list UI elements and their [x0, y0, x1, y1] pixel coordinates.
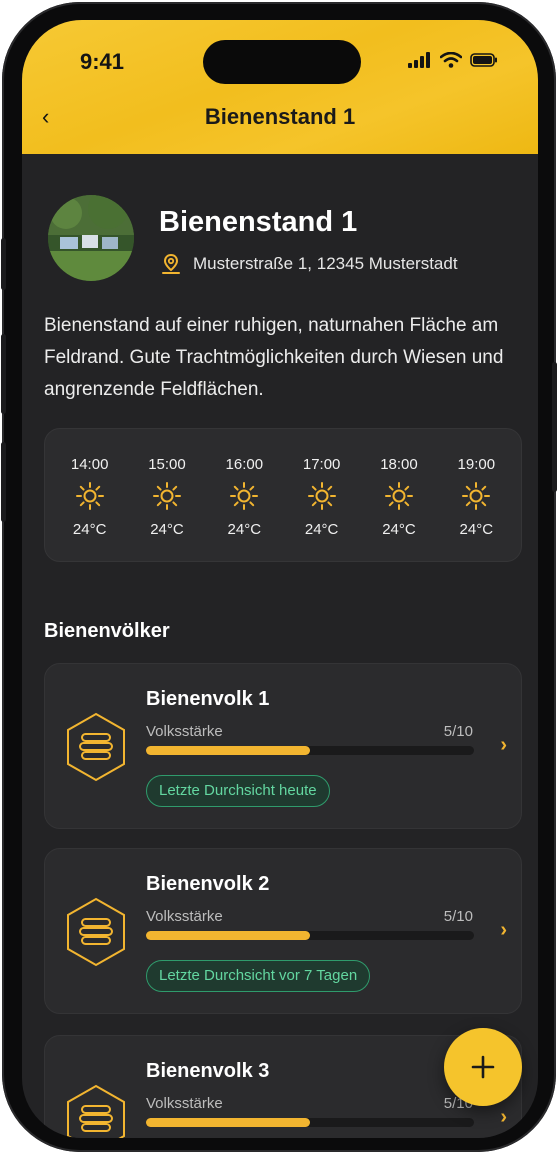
- chevron-right-icon: ›: [500, 919, 507, 941]
- last-inspection-badge: Letzte Durchsicht vor 7 Tagen: [146, 960, 371, 992]
- weather-item: 14:00 24°C: [57, 429, 123, 538]
- apiary-address: Musterstraße 1, 12345 Musterstadt: [159, 252, 458, 276]
- add-colony-button[interactable]: [444, 1028, 522, 1106]
- hive-icon: [65, 712, 127, 782]
- battery-icon: [470, 53, 497, 67]
- weather-time: 14:00: [70, 456, 109, 473]
- colony-strength-label: Volksstärke: [146, 1095, 223, 1112]
- apiary-name: Bienenstand 1: [159, 206, 358, 238]
- sun-icon: [75, 481, 105, 511]
- strength-bar: [146, 931, 474, 940]
- colony-card[interactable]: Bienenvolk 2 Volksstärke 5/10 › Letzte Durch…: [44, 848, 522, 1014]
- volume-down-button: [1, 442, 6, 522]
- weather-temp: 24°C: [459, 521, 494, 538]
- sun-icon: [384, 481, 414, 511]
- page-title: Bienenstand 1: [204, 104, 356, 129]
- chevron-right-icon: ›: [500, 734, 507, 756]
- side-button: [1, 238, 6, 290]
- screen: 9:41 ‹ Bienenstand 1 Bienenstand 1 Muste…: [22, 20, 538, 1138]
- apiary-photo: [48, 195, 134, 281]
- wifi-icon: [440, 52, 462, 68]
- colony-strength-value: 5/10: [443, 908, 473, 925]
- status-icons: [408, 52, 498, 68]
- weather-item: 17:00 24°C: [289, 429, 355, 538]
- strength-bar-fill: [146, 746, 310, 755]
- sun-icon: [152, 481, 182, 511]
- status-time: 9:41: [80, 49, 125, 74]
- sun-icon: [307, 481, 337, 511]
- weather-time: 16:00: [225, 456, 264, 473]
- colony-name: Bienenvolk 1: [146, 688, 270, 710]
- apiary-description: Bienenstand auf einer ruhigen, naturnahe…: [44, 315, 504, 400]
- weather-time: 18:00: [380, 456, 418, 473]
- sun-icon: [461, 481, 491, 511]
- weather-time: 15:00: [148, 456, 186, 473]
- dynamic-island: [203, 40, 361, 84]
- colony-card[interactable]: Bienenvolk 1 Volksstärke 5/10 › Letzte Durch…: [44, 663, 522, 829]
- strength-bar-fill: [146, 1118, 310, 1127]
- strength-bar: [146, 1118, 474, 1127]
- weather-item: 15:00 24°C: [134, 429, 200, 538]
- hive-icon: [65, 1084, 127, 1138]
- strength-bar-fill: [146, 931, 310, 940]
- plus-icon: [471, 1055, 495, 1079]
- hive-icon: [65, 897, 127, 967]
- sun-icon: [229, 481, 259, 511]
- weather-temp: 24°C: [227, 521, 262, 538]
- last-inspection-badge: Letzte Durchsicht heute: [146, 775, 330, 807]
- power-button: [552, 362, 557, 492]
- weather-item: 18:00 24°C: [366, 429, 432, 538]
- chevron-right-icon: ›: [500, 1106, 507, 1128]
- location-pin-icon: [162, 253, 180, 274]
- phone-frame: 9:41 ‹ Bienenstand 1 Bienenstand 1 Muste…: [1, 2, 557, 1152]
- colony-name: Bienenvolk 3: [146, 1060, 270, 1082]
- colony-strength-label: Volksstärke: [146, 723, 223, 740]
- address-text: Musterstraße 1, 12345 Musterstadt: [193, 254, 458, 273]
- weather-time: 17:00: [302, 456, 341, 473]
- colonies-section-title: Bienenvölker: [44, 620, 170, 642]
- header-bar: 9:41 ‹ Bienenstand 1: [22, 20, 538, 154]
- weather-item: 19:00 24°C: [443, 429, 509, 538]
- weather-temp: 24°C: [304, 521, 339, 538]
- volume-up-button: [1, 334, 6, 414]
- weather-item: 16:00 24°C: [211, 429, 277, 538]
- weather-time: 19:00: [457, 456, 496, 473]
- weather-forecast: 14:00 24°C 15:00 24°C 16:00 24°C 17:00 24°C 18:0…: [44, 428, 522, 562]
- strength-bar: [146, 746, 474, 755]
- colony-strength-label: Volksstärke: [146, 908, 223, 925]
- signal-icon: [408, 52, 430, 68]
- weather-temp: 24°C: [150, 521, 184, 538]
- weather-temp: 24°C: [382, 521, 416, 538]
- colony-strength-value: 5/10: [443, 723, 473, 740]
- weather-temp: 24°C: [72, 521, 107, 538]
- colony-name: Bienenvolk 2: [146, 873, 270, 895]
